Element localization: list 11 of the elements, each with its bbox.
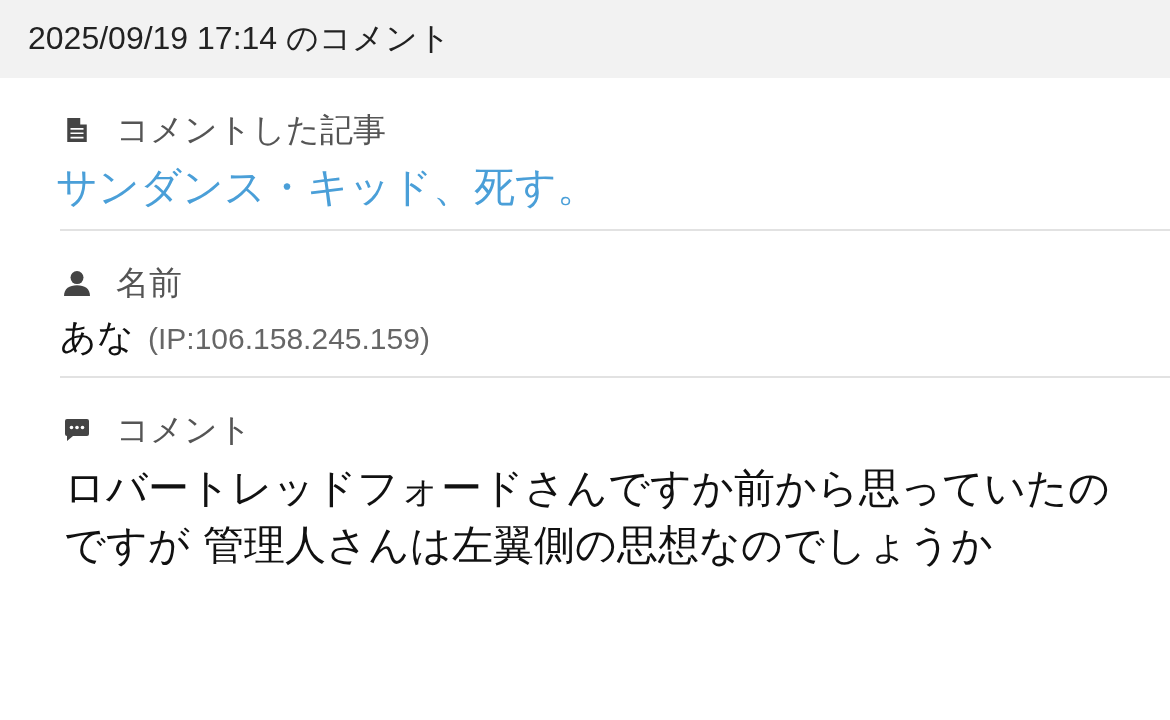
commenter-name: あな [60, 315, 134, 359]
comment-date-heading: 2025/09/19 17:14 のコメント [28, 19, 451, 58]
field-label: コメント [116, 408, 252, 451]
document-icon [64, 117, 90, 143]
ip-address: (IP:106.158.245.159) [148, 322, 430, 356]
person-icon [64, 270, 90, 296]
field-label: 名前 [116, 261, 182, 304]
article-link[interactable]: サンダンス・キッド、死す。 [56, 160, 598, 215]
speech-bubble-icon [64, 417, 90, 443]
field-label: コメントした記事 [116, 108, 386, 151]
comment-text: ロバートレッドフォードさんですか前から思っていたのですが 管理人さんは左翼側の思想なのでしょうか [63, 463, 1111, 571]
